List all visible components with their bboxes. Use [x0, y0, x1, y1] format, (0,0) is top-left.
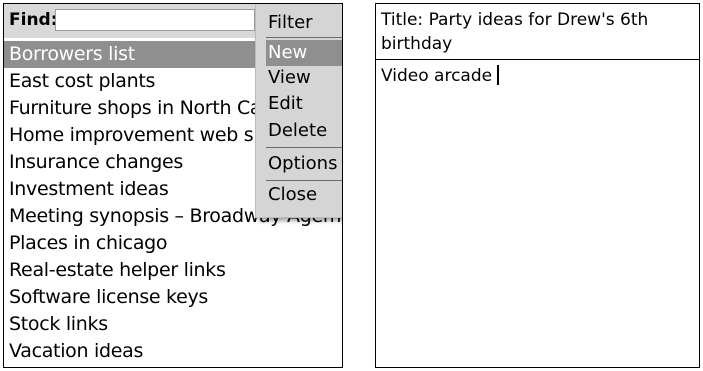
memo-body-text: Video arcade — [381, 66, 493, 86]
list-item[interactable]: Software license keys — [4, 284, 342, 311]
menu-item-view[interactable]: View — [266, 65, 342, 91]
menu-item-options[interactable]: Options — [266, 151, 342, 177]
menu-item-close[interactable]: Close — [266, 182, 342, 208]
list-item[interactable]: Vacation ideas — [4, 338, 342, 365]
menu-item-edit[interactable]: Edit — [266, 91, 342, 117]
memo-list-screen: Find: Borrowers list East cost plants Fu… — [3, 3, 343, 368]
title-divider — [376, 59, 699, 60]
memo-title[interactable]: Title: Party ideas for Drew's 6th birthd… — [381, 8, 681, 56]
list-item[interactable]: Places in chicago — [4, 230, 342, 257]
menu-item-filter[interactable]: Filter — [266, 10, 342, 36]
find-input[interactable] — [55, 9, 255, 31]
menu-separator — [266, 37, 342, 38]
list-item[interactable]: Stock links — [4, 311, 342, 338]
memo-editor-screen: Title: Party ideas for Drew's 6th birthd… — [375, 3, 700, 368]
memo-body-field[interactable]: Video arcade — [381, 64, 500, 88]
find-label: Find: — [9, 10, 58, 30]
text-cursor — [497, 65, 500, 85]
context-menu: Filter New View Edit Delete Options Clos… — [255, 4, 342, 218]
menu-item-delete[interactable]: Delete — [266, 118, 342, 144]
list-item[interactable]: Real-estate helper links — [4, 257, 342, 284]
menu-item-new[interactable]: New — [266, 40, 342, 66]
menu-separator — [266, 147, 342, 148]
menu-separator — [266, 180, 342, 181]
